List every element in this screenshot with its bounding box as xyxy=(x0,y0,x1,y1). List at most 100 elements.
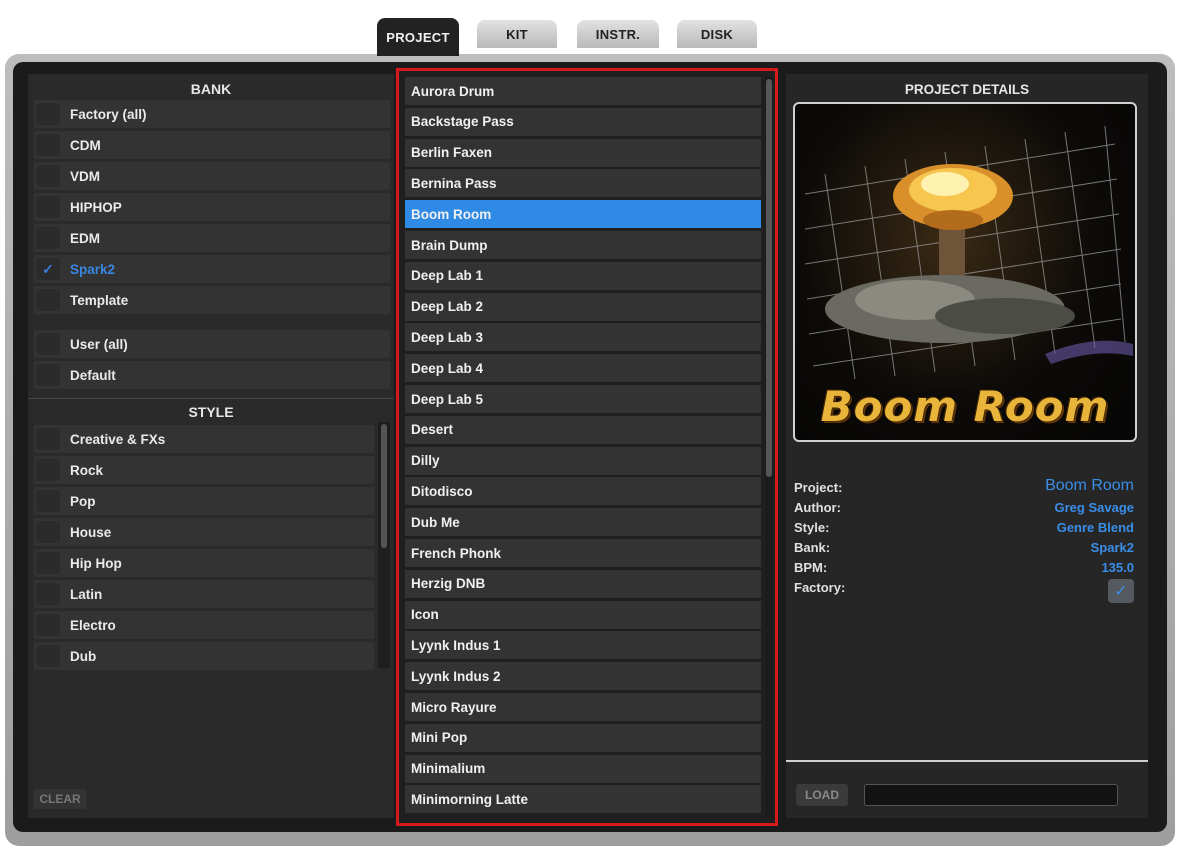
style-item[interactable]: Pop xyxy=(34,487,374,515)
bank-item[interactable]: Factory (all) xyxy=(34,100,390,128)
project-list-item[interactable]: French Phonk xyxy=(405,539,761,567)
style-item-label: Pop xyxy=(70,493,96,509)
tab-disk[interactable]: DISK xyxy=(677,20,757,48)
style-header: STYLE xyxy=(28,398,394,424)
project-list-item[interactable]: Boom Room xyxy=(405,200,761,229)
project-list-item[interactable]: Dilly xyxy=(405,446,761,475)
style-item-label: House xyxy=(70,524,112,540)
bank-item-label: EDM xyxy=(70,230,100,246)
bank-item-label: User (all) xyxy=(70,336,128,352)
detail-bank-label: Bank: xyxy=(794,540,831,555)
project-list-item[interactable]: Bernina Pass xyxy=(405,169,761,198)
detail-project-label: Project: xyxy=(794,480,843,495)
checkbox[interactable] xyxy=(36,645,60,667)
tab-kit[interactable]: KIT xyxy=(477,20,557,48)
style-item-label: Electro xyxy=(70,617,116,633)
detail-bank-value: Spark2 xyxy=(1090,540,1134,555)
checkbox[interactable] xyxy=(36,227,60,249)
tab-instr[interactable]: INSTR. xyxy=(577,20,659,48)
style-item[interactable]: Electro xyxy=(34,611,374,639)
style-item[interactable]: Latin xyxy=(34,580,374,608)
style-item[interactable]: Creative & FXs xyxy=(34,425,374,453)
checkbox[interactable] xyxy=(36,165,60,187)
detail-author-label: Author: xyxy=(794,500,841,515)
bank-item-label: Spark2 xyxy=(70,261,116,277)
checkbox[interactable] xyxy=(36,614,60,636)
checkbox[interactable] xyxy=(36,490,60,512)
artwork-title: Boom Room xyxy=(820,382,1110,431)
project-list-item[interactable]: Minimalium xyxy=(405,754,761,783)
bank-item[interactable]: EDM xyxy=(34,224,390,252)
bank-item[interactable]: HIPHOP xyxy=(34,193,390,221)
bank-item-label: Template xyxy=(70,292,129,308)
bank-item[interactable]: User (all) xyxy=(34,330,390,358)
project-list-item[interactable]: Deep Lab 2 xyxy=(405,292,761,321)
project-list-item[interactable]: Dub Me xyxy=(405,508,761,537)
checkbox[interactable] xyxy=(36,333,60,355)
project-list-item[interactable]: Aurora Drum xyxy=(405,77,761,105)
project-list-item[interactable]: Icon xyxy=(405,600,761,629)
project-list-item[interactable]: Deep Lab 5 xyxy=(405,385,761,413)
checkbox[interactable] xyxy=(36,134,60,156)
project-list-item[interactable]: Mini Pop xyxy=(405,723,761,752)
project-details-panel: PROJECT DETAILS Boom Room Project: Boom … xyxy=(786,74,1148,818)
detail-style-label: Style: xyxy=(794,520,830,535)
style-item-label: Rock xyxy=(70,462,104,478)
checkbox[interactable] xyxy=(36,521,60,543)
project-list-item[interactable]: Lyynk Indus 1 xyxy=(405,631,761,660)
filter-panel: BANK Factory (all) CDM VDM HIPHOP EDM ✓ Spark2… xyxy=(28,74,394,818)
clear-button[interactable]: CLEAR xyxy=(34,789,86,809)
style-item-label: Dub xyxy=(70,648,97,664)
bank-item-label: VDM xyxy=(70,168,100,184)
project-artwork: Boom Room xyxy=(793,102,1137,442)
detail-bpm-label: BPM: xyxy=(794,560,828,575)
project-list-item[interactable]: Micro Rayure xyxy=(405,693,761,721)
project-list-item[interactable]: Berlin Faxen xyxy=(405,138,761,167)
checkmark-icon[interactable]: ✓ xyxy=(36,258,60,280)
detail-style-value: Genre Blend xyxy=(1056,520,1134,535)
checkbox[interactable] xyxy=(36,428,60,450)
style-scrollbar[interactable] xyxy=(378,422,390,668)
project-list-item[interactable]: Lyynk Indus 2 xyxy=(405,662,761,691)
style-item-label: Creative & FXs xyxy=(70,431,166,447)
detail-author-value: Greg Savage xyxy=(1054,500,1135,515)
detail-factory-label: Factory: xyxy=(794,580,846,595)
style-item[interactable]: Rock xyxy=(34,456,374,484)
bank-item-label: CDM xyxy=(70,137,101,153)
load-button[interactable]: LOAD xyxy=(796,784,848,806)
bank-item[interactable]: CDM xyxy=(34,131,390,159)
checkbox[interactable] xyxy=(36,196,60,218)
bank-item[interactable]: VDM xyxy=(34,162,390,190)
bank-item[interactable]: Template xyxy=(34,286,390,314)
style-item[interactable]: House xyxy=(34,518,374,546)
checkbox[interactable] xyxy=(36,103,60,125)
style-item[interactable]: Dub xyxy=(34,642,374,670)
project-list-item[interactable]: Herzig DNB xyxy=(405,569,761,598)
style-item-label: Hip Hop xyxy=(70,555,122,571)
bank-item-label: Factory (all) xyxy=(70,106,147,122)
bank-item[interactable]: ✓ Spark2 xyxy=(34,255,390,283)
detail-project-value: Boom Room xyxy=(1045,477,1134,494)
project-list-item[interactable]: Desert xyxy=(405,415,761,444)
project-list-item[interactable]: Deep Lab 3 xyxy=(405,323,761,352)
style-item[interactable]: Hip Hop xyxy=(34,549,374,577)
project-list-item[interactable]: Minimorning Latte xyxy=(405,785,761,814)
divider xyxy=(786,760,1148,762)
checkbox[interactable] xyxy=(36,459,60,481)
project-list-scrollbar[interactable] xyxy=(765,77,773,817)
checkbox[interactable] xyxy=(36,583,60,605)
checkbox[interactable] xyxy=(36,552,60,574)
tab-project[interactable]: PROJECT xyxy=(377,18,459,56)
project-list-item[interactable]: Ditodisco xyxy=(405,477,761,506)
bank-item-label: HIPHOP xyxy=(70,199,122,215)
checkbox[interactable] xyxy=(36,364,60,386)
detail-bpm-value: 135.0 xyxy=(1101,560,1134,575)
project-details-title: PROJECT DETAILS xyxy=(904,81,1030,97)
project-list-item[interactable]: Deep Lab 4 xyxy=(405,354,761,383)
project-list-item[interactable]: Brain Dump xyxy=(405,231,761,259)
bank-item[interactable]: Default xyxy=(34,361,390,389)
project-list-item[interactable]: Deep Lab 1 xyxy=(405,261,761,290)
project-list-item[interactable]: Backstage Pass xyxy=(405,107,761,136)
checkbox[interactable] xyxy=(36,289,60,311)
style-item-label: Latin xyxy=(70,586,103,602)
